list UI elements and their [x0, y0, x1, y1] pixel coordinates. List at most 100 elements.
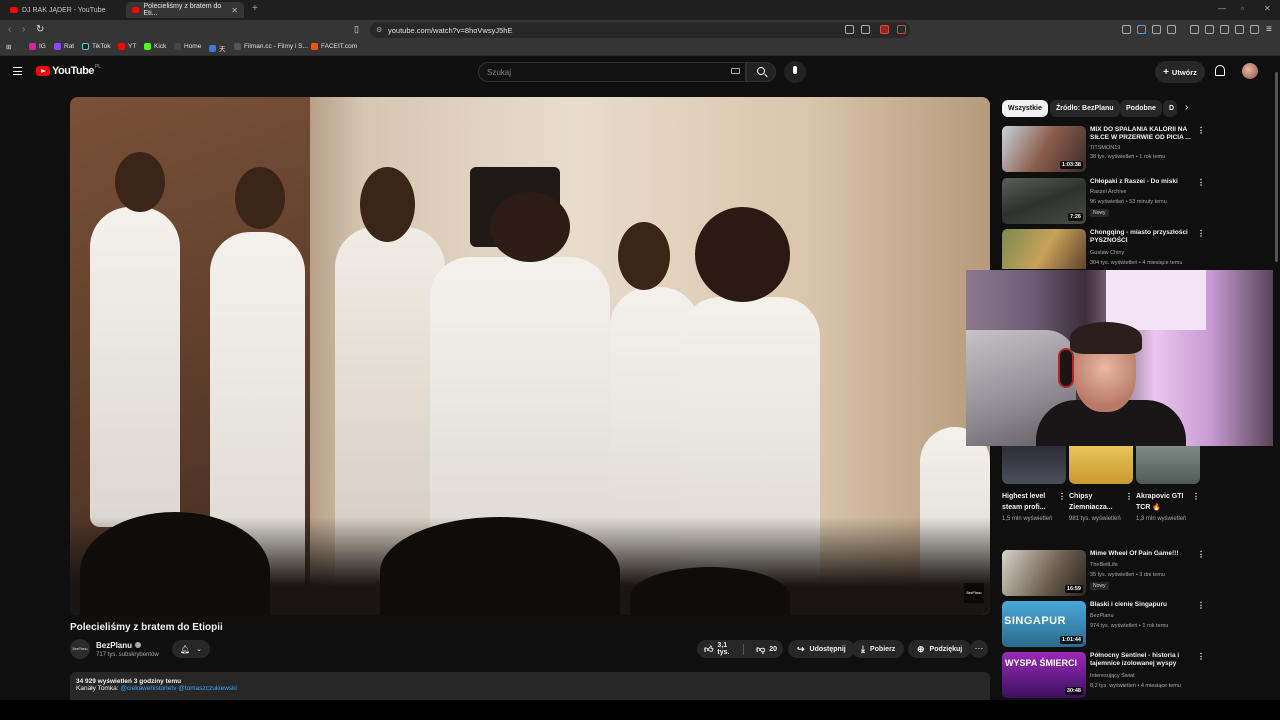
video-frame-head — [490, 192, 570, 262]
short-item[interactable]: Akrapovic GTI TCR 🔥 1,3 mln wyświetleń ⋮ — [1136, 446, 1200, 525]
chip-from-channel[interactable]: Źródło: BezPlanu — [1050, 100, 1120, 117]
bookmark-icon[interactable]: ▯ — [354, 24, 359, 35]
bookmark-yt[interactable]: YT — [118, 43, 136, 50]
menu-icon[interactable]: ≡ — [1266, 24, 1272, 35]
more-options-icon[interactable]: ⋮ — [1197, 178, 1205, 187]
youtube-logo[interactable]: YouTube PL — [36, 64, 101, 77]
short-item[interactable]: Chipsy Ziemniacza... 981 tys. wyświetleń… — [1069, 446, 1133, 525]
scrollbar-thumb[interactable] — [1275, 72, 1278, 262]
bookmark-kanji[interactable]: 天 — [209, 43, 226, 53]
chip-related[interactable]: Podobne — [1120, 100, 1162, 117]
apps-icon[interactable]: ⊞ — [6, 43, 11, 51]
share-button[interactable]: ↪ Udostępnij — [788, 640, 855, 658]
bookmark-rat[interactable]: Rat — [54, 43, 74, 50]
extension-icon[interactable] — [1137, 25, 1146, 34]
channel-name[interactable]: BezPlanu — [96, 641, 142, 650]
chevron-right-icon[interactable]: › — [1185, 102, 1188, 113]
bookmark-tiktok[interactable]: TikTok — [82, 43, 111, 50]
related-video[interactable]: SINGAPUR 1:01:44 Blaski i cienie Singapu… — [1002, 601, 1207, 647]
video-thumbnail: WYSPA ŚMIERCI 30:48 — [1002, 652, 1086, 698]
back-icon[interactable]: ‹ — [8, 24, 11, 35]
chip-all[interactable]: Wszystkie — [1002, 100, 1048, 117]
short-views: 1,3 mln wyświetleń — [1136, 516, 1187, 522]
forward-icon[interactable]: › — [22, 24, 25, 35]
related-video[interactable]: Chongqing - miasto przyszłości PYSZNOŚCI… — [1002, 229, 1207, 269]
brave-shield-icon[interactable] — [880, 25, 889, 34]
more-options-icon[interactable]: ⋮ — [1058, 492, 1066, 501]
chip-more[interactable]: D — [1163, 100, 1177, 117]
youtube-favicon-icon — [132, 7, 140, 13]
like-button[interactable]: 👍︎ 3,1 tys. — [697, 640, 738, 658]
subscriber-count: 717 tys. subskrybentów — [96, 652, 159, 658]
address-bar[interactable]: ⚙ youtube.com/watch?v=8hoVwsyJ5hE — [370, 22, 910, 38]
more-options-icon[interactable]: ⋮ — [1192, 492, 1200, 501]
sidebar-icon[interactable] — [1205, 25, 1214, 34]
more-options-icon[interactable]: ⋮ — [1125, 492, 1133, 501]
browser-nav-bar: ‹ › ↻ ▯ ⚙ youtube.com/watch?v=8hoVwsyJ5h… — [0, 20, 1280, 40]
extension-icon[interactable] — [1122, 25, 1131, 34]
account-avatar[interactable] — [1242, 63, 1258, 79]
more-options-icon[interactable]: ⋮ — [1197, 126, 1205, 135]
wallet-icon[interactable] — [1220, 25, 1229, 34]
extension-icon[interactable] — [1152, 25, 1161, 34]
new-tab-icon[interactable]: + — [252, 3, 258, 14]
notifications-bell-icon[interactable] — [1215, 65, 1225, 76]
voice-search-icon[interactable] — [784, 61, 806, 83]
dislike-button[interactable]: 👎︎ 20 — [749, 640, 783, 658]
rewards-icon[interactable] — [897, 25, 906, 34]
youtube-header: YouTube PL Szukaj + Utwórz — [0, 57, 1280, 87]
browser-tab[interactable]: DJ RAK JĄDER - YouTube — [4, 2, 122, 18]
channel-watermark[interactable]: BezPlanu — [964, 583, 984, 603]
related-video[interactable]: 1:03:38 MIX DO SPALANIA KALORII NA SIŁCE… — [1002, 126, 1207, 172]
reload-icon[interactable]: ↻ — [36, 24, 44, 35]
description-links[interactable]: @ciekawehistorietv @tomaszczukiewski — [120, 685, 237, 692]
bookmark-ig[interactable]: IG — [29, 43, 46, 50]
close-tab-icon[interactable]: ✕ — [231, 6, 238, 15]
subscription-notifications-button[interactable]: 🔔︎ ⌄ — [172, 640, 210, 658]
keyboard-icon[interactable] — [731, 68, 740, 74]
headphones-icon — [1058, 348, 1074, 388]
bookmark-home[interactable]: Home — [174, 43, 201, 50]
description-box[interactable]: 34 929 wyświetleń 3 godziny temu Kanały … — [70, 672, 990, 700]
minimize-icon[interactable]: — — [1218, 4, 1226, 13]
site-info-icon[interactable]: ⚙ — [376, 26, 382, 34]
short-thumbnail — [1136, 446, 1200, 484]
thanks-button[interactable]: ⊕ Podziękuj — [908, 640, 972, 658]
related-video[interactable]: 16:59 Mime Wheel Of Pain Game!!! TheBelt… — [1002, 550, 1207, 596]
logo-text: YouTube — [52, 65, 94, 77]
like-dislike-group: 👍︎ 3,1 tys. 👎︎ 20 — [697, 640, 783, 658]
media-icon[interactable] — [1190, 25, 1199, 34]
channel-avatar[interactable]: BezPlanu — [70, 639, 90, 659]
guide-menu-icon[interactable] — [13, 67, 22, 75]
description-text: Kanały Tomka: @ciekawehistorietv @tomasz… — [76, 685, 237, 692]
more-options-icon[interactable]: ⋮ — [1197, 229, 1205, 238]
more-options-icon[interactable]: ⋮ — [1197, 652, 1205, 661]
short-item[interactable]: Highest level steam profi... 1,5 mln wyś… — [1002, 446, 1066, 525]
search-input[interactable]: Szukaj — [478, 62, 746, 82]
extensions-puzzle-icon[interactable] — [1167, 25, 1176, 34]
related-video[interactable]: 7:26 Chłopaki z Raszei - Do miski Raszei… — [1002, 178, 1207, 224]
download-button[interactable]: ⤓ Pobierz — [852, 640, 905, 658]
related-video-meta: 8,2 tys. wyświetleń • 4 miesiące temu — [1090, 683, 1181, 689]
kick-icon — [144, 43, 151, 50]
rat-icon — [54, 43, 61, 50]
close-window-icon[interactable]: ✕ — [1264, 4, 1271, 13]
maximize-icon[interactable]: ▫ — [1241, 4, 1244, 13]
browser-tab-active[interactable]: Polecieliśmy z bratem do Eti... ✕ — [126, 2, 244, 18]
bookmark-filman[interactable]: Filman.cc - Filmy i S... — [234, 43, 308, 50]
more-actions-button[interactable]: ⋯ — [970, 640, 988, 658]
bell-icon: 🔔︎ — [179, 644, 191, 654]
bookmark-faceit[interactable]: FACEIT.com — [311, 43, 357, 50]
video-player[interactable]: BezPlanu — [70, 97, 990, 615]
more-options-icon[interactable]: ⋮ — [1197, 601, 1205, 610]
search-button[interactable] — [746, 62, 776, 82]
vpn-icon[interactable] — [1250, 25, 1259, 34]
leo-icon[interactable] — [1235, 25, 1244, 34]
create-button[interactable]: + Utwórz — [1155, 61, 1205, 83]
cast-icon[interactable] — [845, 25, 854, 34]
related-video-channel: Raszei Archive — [1090, 189, 1127, 195]
bookmark-kick[interactable]: Kick — [144, 43, 166, 50]
related-video[interactable]: WYSPA ŚMIERCI 30:48 Północny Sentinel - … — [1002, 652, 1207, 698]
more-options-icon[interactable]: ⋮ — [1197, 550, 1205, 559]
share-page-icon[interactable] — [861, 25, 870, 34]
